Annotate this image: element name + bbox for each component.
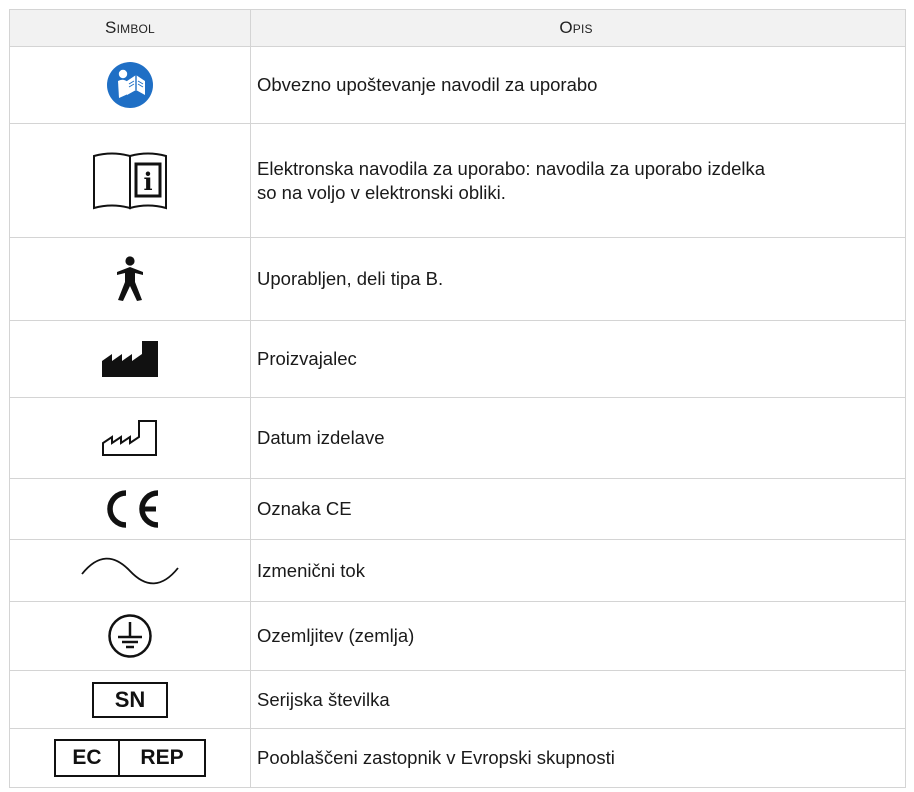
symbol-cell [10, 540, 251, 601]
symbol-cell [10, 47, 251, 123]
description-cell: Ozemljitev (zemlja) [251, 602, 906, 670]
symbol-cell [10, 398, 251, 478]
symbol-cell: i [10, 124, 251, 237]
table-row: Oznaka CE [10, 479, 906, 540]
header-description-label: Opis [559, 18, 593, 37]
symbol-cell [10, 238, 251, 320]
description-cell: Uporabljen, deli tipa B. [251, 238, 906, 320]
description-cell: Datum izdelave [251, 398, 906, 478]
description-cell: Proizvajalec [251, 321, 906, 397]
protective-earth-icon [108, 614, 152, 658]
read-instructions-icon [107, 62, 153, 108]
serial-number-icon: SN [92, 681, 168, 718]
header-symbol-label: Simbol [105, 18, 155, 37]
header-symbol: Simbol [10, 10, 251, 46]
manufacturer-icon [102, 341, 158, 377]
symbol-cell: SN [10, 671, 251, 728]
description-cell: Izmenični tok [251, 540, 906, 601]
table-row: EC REP Pooblaščeni zastopnik v Evropski … [10, 729, 906, 788]
ec-rep-right-text: REP [140, 746, 184, 769]
header-description: Opis [251, 10, 906, 46]
description-cell: Serijska številka [251, 671, 906, 728]
symbol-cell: EC REP [10, 729, 251, 787]
table-row: i Elektronska navodila za uporabo: navod… [10, 124, 906, 238]
description-cell: Obvezno upoštevanje navodil za uporabo [251, 47, 906, 123]
table-row: Uporabljen, deli tipa B. [10, 238, 906, 321]
electronic-ifu-icon: i [93, 152, 167, 209]
alternating-current-icon [81, 557, 179, 584]
ce-mark-icon [107, 490, 159, 528]
table-row: SN Serijska številka [10, 671, 906, 729]
description-cell: Elektronska navodila za uporabo: navodil… [251, 124, 906, 237]
table-header-row: Simbol Opis [10, 10, 906, 47]
symbols-table: Simbol Opis Obvezno upoštevanje navodil … [9, 9, 906, 788]
type-b-applied-part-icon [117, 256, 143, 301]
description-cell: Pooblaščeni zastopnik v Evropski skupnos… [251, 729, 906, 787]
table-row: Proizvajalec [10, 321, 906, 398]
description-cell: Oznaka CE [251, 479, 906, 539]
table-row: Izmenični tok [10, 540, 906, 602]
ec-rep-icon: EC REP [54, 739, 206, 777]
symbol-cell [10, 321, 251, 397]
table-row: Obvezno upoštevanje navodil za uporabo [10, 47, 906, 124]
svg-text:i: i [143, 167, 152, 196]
table-row: Datum izdelave [10, 398, 906, 479]
date-of-manufacture-icon [102, 420, 157, 456]
symbol-cell [10, 479, 251, 539]
ec-rep-left-text: EC [56, 741, 120, 775]
symbol-cell [10, 602, 251, 670]
serial-number-text: SN [114, 686, 146, 712]
table-row: Ozemljitev (zemlja) [10, 602, 906, 671]
